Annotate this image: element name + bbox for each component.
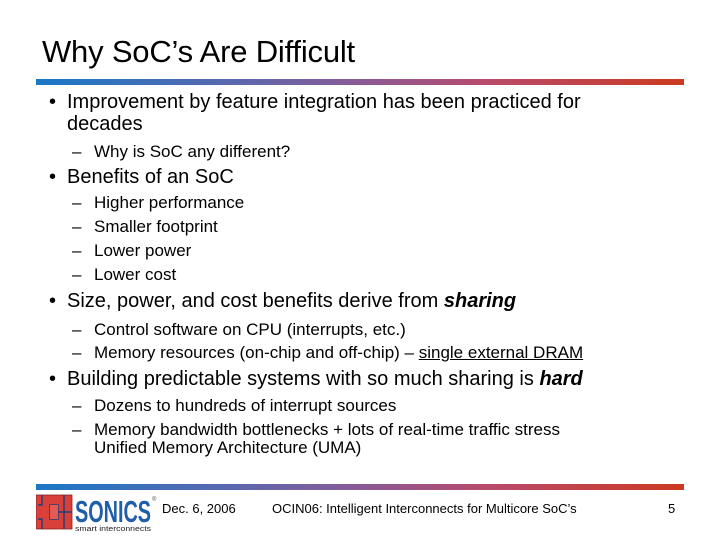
dash-icon: –	[72, 241, 82, 260]
sub-bullet-text: Dozens to hundreds of interrupt sources	[94, 396, 397, 415]
sub-bullet-item: – Lower power	[72, 241, 192, 260]
sonics-logo: SONICS ® smart interconnects	[35, 491, 158, 533]
footer-gradient-bar	[36, 484, 684, 490]
sub-bullet-text: Lower power	[94, 241, 192, 260]
sub-bullet-text: Lower cost	[94, 265, 177, 284]
bullet-text: Improvement by feature integration has b…	[67, 91, 581, 113]
dash-icon: –	[72, 396, 82, 415]
sub-bullet-item: – Why is SoC any different?	[72, 142, 291, 161]
dash-icon: –	[72, 343, 82, 362]
footer-date: Dec. 6, 2006	[162, 501, 236, 516]
bullet-icon: •	[49, 166, 57, 188]
sub-bullet-underlined-text: single external DRAM	[418, 343, 584, 362]
bullet-text-continuation: decades	[67, 113, 143, 135]
sub-bullet-text: Higher performance	[94, 193, 245, 212]
bullet-emphasis-text: hard	[539, 368, 583, 390]
bullet-text: Benefits of an SoC	[67, 166, 234, 188]
sub-bullet-item: – Control software on CPU (interrupts, e…	[72, 320, 406, 339]
sub-bullet-item: – Higher performance	[72, 193, 245, 212]
sub-bullet-text: Why is SoC any different?	[94, 142, 291, 161]
sub-bullet-item: – Lower cost	[72, 265, 177, 284]
footer-page-number: 5	[668, 501, 676, 516]
bullet-emphasis-text: sharing	[443, 290, 517, 312]
bullet-item: • Size, power, and cost benefits derive …	[49, 290, 517, 312]
title-underline-gradient-bar	[36, 79, 684, 85]
sub-bullet-item: – Dozens to hundreds of interrupt source…	[72, 396, 397, 415]
dash-icon: –	[72, 265, 82, 284]
bullet-icon: •	[49, 91, 57, 113]
logo-tagline: smart interconnects	[75, 526, 152, 533]
logo-wordmark: SONICS	[75, 494, 151, 529]
dash-icon: –	[72, 142, 82, 161]
bullet-icon: •	[49, 368, 57, 390]
footer-conference-title: OCIN06: Intelligent Interconnects for Mu…	[272, 501, 577, 516]
bullet-item: • Building predictable systems with so m…	[49, 368, 583, 390]
sub-bullet-text: Memory bandwidth bottlenecks + lots of r…	[94, 420, 560, 439]
bullet-text: Size, power, and cost benefits derive fr…	[67, 290, 444, 312]
dash-icon: –	[72, 217, 82, 236]
dash-icon: –	[72, 193, 82, 212]
sub-bullet-item: – Memory resources (on-chip and off-chip…	[72, 343, 584, 362]
dash-icon: –	[72, 420, 82, 439]
sonics-logo-icon: SONICS ® smart interconnects	[35, 494, 157, 533]
sub-bullet-text-continuation: Unified Memory Architecture (UMA)	[94, 438, 362, 457]
registered-mark: ®	[152, 496, 157, 503]
bullet-item: • Benefits of an SoC	[49, 166, 234, 188]
sub-bullet-text: Memory resources (on-chip and off-chip) …	[94, 343, 419, 362]
sub-bullet-item: – Memory bandwidth bottlenecks + lots of…	[72, 420, 560, 439]
bullet-text: Building predictable systems with so muc…	[67, 368, 540, 390]
sub-bullet-text: Control software on CPU (interrupts, etc…	[94, 320, 406, 339]
sub-bullet-text: Smaller footprint	[94, 217, 218, 236]
sub-bullet-item: – Smaller footprint	[72, 217, 218, 236]
slide-title: Why SoC’s Are Difficult	[42, 34, 355, 69]
dash-icon: –	[72, 320, 82, 339]
bullet-item: • Improvement by feature integration has…	[49, 91, 581, 113]
bullet-icon: •	[49, 290, 57, 312]
